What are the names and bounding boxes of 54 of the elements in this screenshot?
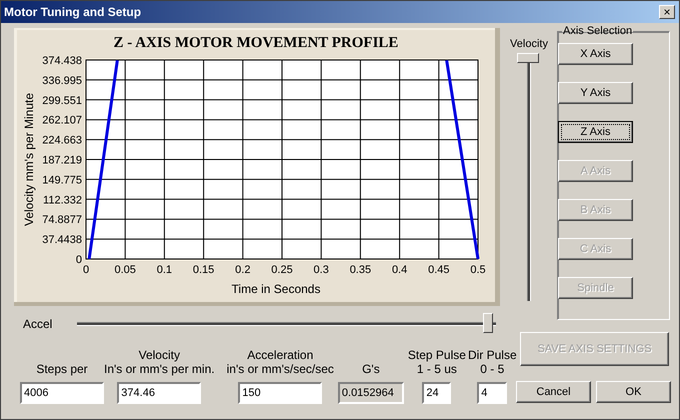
x-tick-label: 0.15 <box>192 264 214 276</box>
field-label: In's or mm's per min. <box>104 362 215 376</box>
axis-button[interactable]: Y Axis <box>558 82 633 104</box>
field-label: Steps per <box>36 362 88 376</box>
axis-button[interactable]: X Axis <box>558 43 633 65</box>
x-tick-label: 0.2 <box>235 264 250 276</box>
y-tick-label: 149.775 <box>42 174 82 186</box>
x-tick-label: 0.35 <box>350 264 372 276</box>
input-field[interactable]: 24 <box>422 382 452 404</box>
velocity-slider[interactable] <box>517 52 541 304</box>
accel-label: Accel <box>23 317 52 331</box>
input-field[interactable]: 4006 <box>20 382 104 404</box>
input-field[interactable]: 374.46 <box>117 382 202 404</box>
field-label: G's <box>362 362 380 376</box>
field-label: Step Pulse <box>408 348 466 362</box>
y-tick-label: 336.995 <box>42 74 82 87</box>
y-axis-label: Velocity mm's per Minute <box>22 93 36 226</box>
y-tick-label: 112.332 <box>43 194 82 206</box>
axis-button[interactable]: Z Axis <box>558 121 633 143</box>
x-tick-label: 0.4 <box>392 264 408 276</box>
slider-thumb[interactable] <box>482 313 493 333</box>
x-tick-label: 0.1 <box>156 264 172 276</box>
field-label: Acceleration <box>247 348 314 362</box>
x-tick-label: 0 <box>82 264 90 276</box>
field-label: Dir Pulse <box>468 348 517 362</box>
input-field[interactable]: 4 <box>477 382 508 404</box>
cancel-button[interactable]: Cancel <box>516 381 591 403</box>
velocity-label: Velocity <box>510 38 548 50</box>
field-label: 1 - 5 us <box>416 362 457 376</box>
input-field[interactable]: 0.0152964 <box>338 382 404 404</box>
window-title: Motor Tuning and Setup <box>4 5 142 19</box>
slider-thumb[interactable] <box>517 53 539 63</box>
x-tick-label: 0.5 <box>470 264 486 276</box>
y-tick-label: 37.4438 <box>42 234 82 246</box>
y-tick-label: 0 <box>76 254 82 266</box>
y-tick-label: 374.438 <box>42 55 82 67</box>
x-tick-label: 0.25 <box>271 264 293 276</box>
y-tick-label: 224.663 <box>42 134 82 147</box>
x-tick-label: 0.45 <box>428 264 450 276</box>
chart-title: Z - AXIS MOTOR MOVEMENT PROFILE <box>114 35 398 51</box>
x-tick-label: 0.3 <box>314 264 329 276</box>
close-button[interactable]: × <box>659 5 675 19</box>
input-field[interactable]: 150 <box>238 382 322 404</box>
field-label: in's or mm's/sec/sec <box>226 362 334 376</box>
y-tick-label: 262.107 <box>42 114 82 127</box>
field-label: 0 - 5 <box>480 362 504 376</box>
group-title: Axis Selection <box>562 25 634 37</box>
x-axis-label: Time in Seconds <box>232 282 320 296</box>
ok-button[interactable]: OK <box>596 381 671 403</box>
field-label: Velocity <box>138 348 180 362</box>
y-tick-label: 74.8877 <box>42 214 82 226</box>
y-tick-label: 299.551 <box>42 94 82 107</box>
x-tick-label: 0.05 <box>114 264 136 276</box>
y-tick-label: 187.219 <box>42 154 82 166</box>
